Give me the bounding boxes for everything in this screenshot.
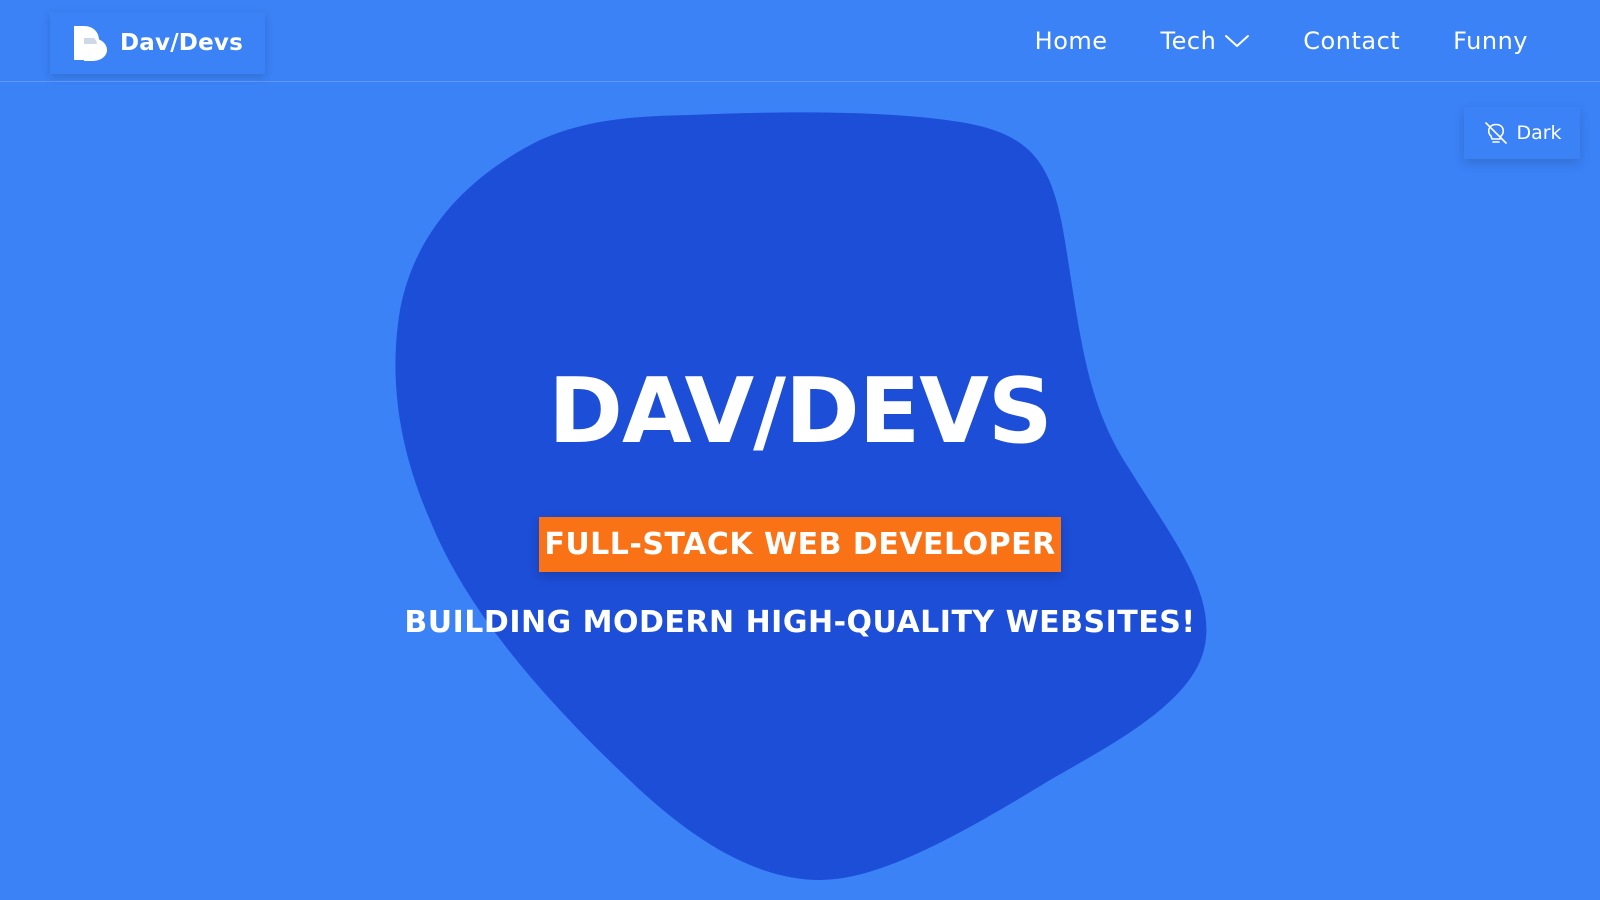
- hero-title: DAV/DEVS: [548, 359, 1052, 464]
- hero-tagline: BUILDING MODERN HIGH-QUALITY WEBSITES!: [404, 605, 1196, 640]
- hero-section: DAV/DEVS FULL-STACK WEB DEVELOPER BUILDI…: [0, 0, 1600, 900]
- hero-role-badge: FULL-STACK WEB DEVELOPER: [539, 517, 1061, 572]
- hero-badge-wrap: FULL-STACK WEB DEVELOPER: [0, 517, 1600, 572]
